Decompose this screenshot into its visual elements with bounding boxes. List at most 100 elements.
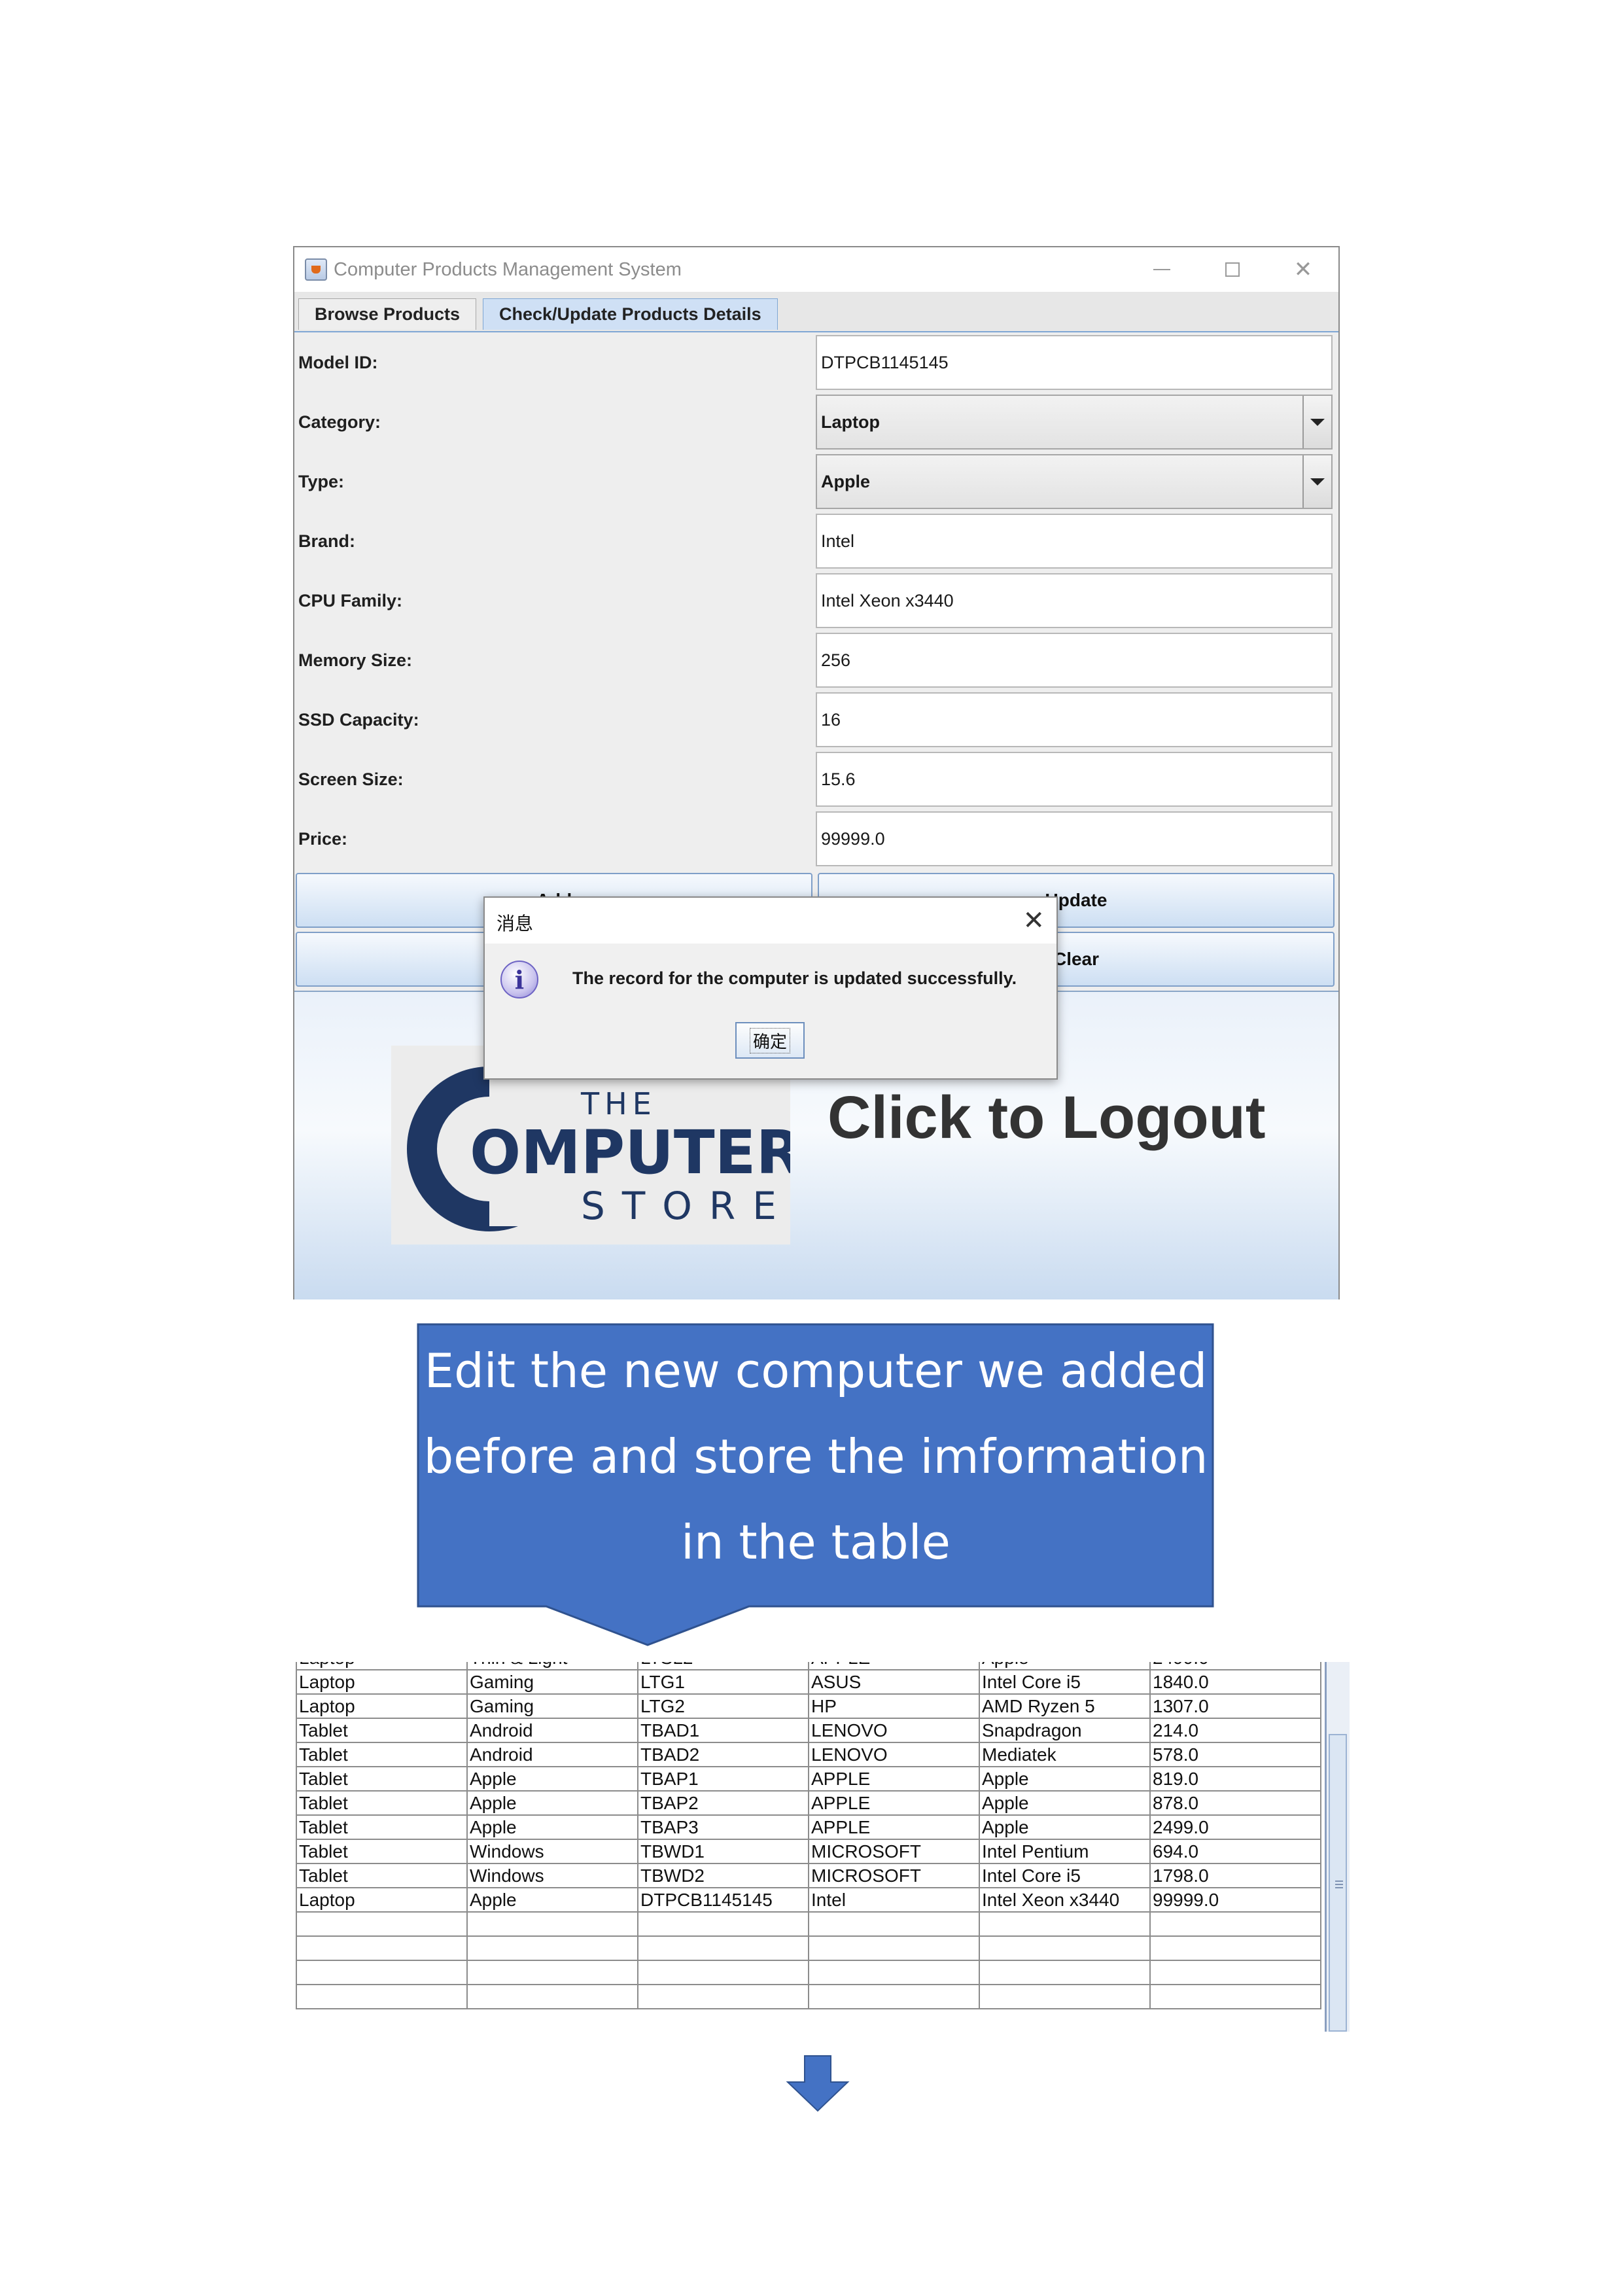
table-cell[interactable]: APPLE xyxy=(808,1766,980,1792)
table-row[interactable]: Tablet Apple TBAP1 APPLE Apple 819.0 xyxy=(296,1766,1321,1792)
table-cell[interactable]: Snapdragon xyxy=(979,1718,1151,1743)
table-cell[interactable]: Tablet xyxy=(296,1718,468,1743)
table-cell[interactable]: Intel Xeon x3440 xyxy=(979,1887,1151,1913)
table-cell[interactable] xyxy=(466,1911,638,1937)
table-cell[interactable]: TBAP2 xyxy=(637,1790,809,1816)
table-cell[interactable]: Apple xyxy=(979,1790,1151,1816)
table-cell[interactable]: Apple xyxy=(979,1766,1151,1792)
table-cell[interactable]: 578.0 xyxy=(1149,1742,1321,1767)
table-cell[interactable]: TBAP3 xyxy=(637,1814,809,1840)
table-cell[interactable]: LTSL2 xyxy=(637,1662,809,1670)
table-cell[interactable]: Laptop xyxy=(296,1887,468,1913)
table-cell[interactable] xyxy=(979,1911,1151,1937)
table-cell[interactable]: TBWD1 xyxy=(637,1839,809,1864)
table-cell[interactable] xyxy=(1149,1960,1321,1985)
table-cell[interactable]: Windows xyxy=(466,1839,638,1864)
table-cell[interactable]: TBWD2 xyxy=(637,1863,809,1888)
table-row[interactable]: Laptop Gaming LTG2 HP AMD Ryzen 5 1307.0 xyxy=(296,1693,1321,1719)
table-cell[interactable]: Intel xyxy=(808,1887,980,1913)
table-cell[interactable]: TBAP1 xyxy=(637,1766,809,1792)
table-cell[interactable]: LENOVO xyxy=(808,1742,980,1767)
table-row[interactable]: Tablet Windows TBWD1 MICROSOFT Intel Pentium… xyxy=(296,1839,1321,1864)
table-cell[interactable] xyxy=(979,1984,1151,2009)
table-cell[interactable] xyxy=(1149,1984,1321,2009)
table-row[interactable] xyxy=(296,1935,1321,1961)
table-cell[interactable]: 2499.0 xyxy=(1149,1814,1321,1840)
table-cell[interactable]: 694.0 xyxy=(1149,1839,1321,1864)
table-cell[interactable]: Android xyxy=(466,1742,638,1767)
table-cell[interactable]: Intel Pentium xyxy=(979,1839,1151,1864)
table-cell[interactable] xyxy=(808,1935,980,1961)
table-cell[interactable]: 1798.0 xyxy=(1149,1863,1321,1888)
table-cell[interactable]: TBAD2 xyxy=(637,1742,809,1767)
table-cell[interactable]: Apple xyxy=(466,1790,638,1816)
table-cell[interactable] xyxy=(466,1984,638,2009)
table-cell[interactable]: DTPCB1145145 xyxy=(637,1887,809,1913)
table-cell[interactable]: LTG2 xyxy=(637,1693,809,1719)
table-cell[interactable] xyxy=(637,1935,809,1961)
table-cell[interactable]: Apple xyxy=(466,1887,638,1913)
table-row[interactable]: LaptopThin & LightLTSL2APPLEApple2499.0 xyxy=(296,1662,1321,1670)
table-cell[interactable] xyxy=(296,1984,468,2009)
table-cell[interactable]: Laptop xyxy=(296,1662,468,1670)
table-row[interactable]: Laptop Gaming LTG1 ASUS Intel Core i5 1840.0 xyxy=(296,1669,1321,1695)
table-cell[interactable] xyxy=(979,1960,1151,1985)
table-cell[interactable]: TBAD1 xyxy=(637,1718,809,1743)
table-cell[interactable]: Gaming xyxy=(466,1669,638,1695)
vertical-scrollbar[interactable] xyxy=(1325,1662,1350,2032)
table-row[interactable]: Tablet Windows TBWD2 MICROSOFT Intel Core i5… xyxy=(296,1863,1321,1888)
table-cell[interactable]: Tablet xyxy=(296,1839,468,1864)
table-cell[interactable] xyxy=(637,1984,809,2009)
table-cell[interactable]: ASUS xyxy=(808,1669,980,1695)
table-cell[interactable]: Tablet xyxy=(296,1863,468,1888)
table-cell[interactable]: 2499.0 xyxy=(1149,1662,1321,1670)
table-cell[interactable]: Tablet xyxy=(296,1742,468,1767)
table-cell[interactable]: APPLE xyxy=(808,1662,980,1670)
table-cell[interactable]: Intel Core i5 xyxy=(979,1669,1151,1695)
table-cell[interactable]: Laptop xyxy=(296,1669,468,1695)
table-row[interactable] xyxy=(296,1984,1321,2009)
table-cell[interactable]: Apple xyxy=(466,1814,638,1840)
table-cell[interactable]: Android xyxy=(466,1718,638,1743)
table-cell[interactable]: 99999.0 xyxy=(1149,1887,1321,1913)
table-row[interactable]: Laptop Apple DTPCB1145145 Intel Intel Xeon x… xyxy=(296,1887,1321,1913)
table-cell[interactable]: Apple xyxy=(466,1766,638,1792)
table-cell[interactable]: LTG1 xyxy=(637,1669,809,1695)
table-cell[interactable]: Gaming xyxy=(466,1693,638,1719)
table-cell[interactable]: Apple xyxy=(979,1662,1151,1670)
table-cell[interactable] xyxy=(808,1911,980,1937)
table-cell[interactable]: Apple xyxy=(979,1814,1151,1840)
table-cell[interactable]: 214.0 xyxy=(1149,1718,1321,1743)
table-cell[interactable]: LENOVO xyxy=(808,1718,980,1743)
table-cell[interactable]: Tablet xyxy=(296,1790,468,1816)
table-cell[interactable]: 819.0 xyxy=(1149,1766,1321,1792)
table-cell[interactable]: 1307.0 xyxy=(1149,1693,1321,1719)
table-cell[interactable] xyxy=(808,1960,980,1985)
table-cell[interactable] xyxy=(1149,1935,1321,1961)
table-cell[interactable]: MICROSOFT xyxy=(808,1839,980,1864)
table-cell[interactable] xyxy=(296,1960,468,1985)
table-cell[interactable]: APPLE xyxy=(808,1814,980,1840)
table-cell[interactable]: 1840.0 xyxy=(1149,1669,1321,1695)
table-cell[interactable]: Tablet xyxy=(296,1766,468,1792)
table-cell[interactable] xyxy=(1149,1911,1321,1937)
table-row[interactable]: Tablet Android TBAD1 LENOVO Snapdragon 214.0 xyxy=(296,1718,1321,1743)
table-cell[interactable]: MICROSOFT xyxy=(808,1863,980,1888)
table-cell[interactable]: Thin & Light xyxy=(466,1662,638,1670)
table-cell[interactable]: Windows xyxy=(466,1863,638,1888)
table-cell[interactable] xyxy=(466,1935,638,1961)
table-cell[interactable] xyxy=(979,1935,1151,1961)
table-row[interactable]: Tablet Apple TBAP3 APPLE Apple 2499.0 xyxy=(296,1814,1321,1840)
table-cell[interactable]: 878.0 xyxy=(1149,1790,1321,1816)
table-row[interactable]: Tablet Apple TBAP2 APPLE Apple 878.0 xyxy=(296,1790,1321,1816)
table-cell[interactable]: Tablet xyxy=(296,1814,468,1840)
table-cell[interactable] xyxy=(637,1960,809,1985)
table-row[interactable] xyxy=(296,1960,1321,1985)
table-cell[interactable] xyxy=(296,1935,468,1961)
table-cell[interactable]: Mediatek xyxy=(979,1742,1151,1767)
table-cell[interactable] xyxy=(637,1911,809,1937)
table-cell[interactable] xyxy=(296,1911,468,1937)
table-row[interactable] xyxy=(296,1911,1321,1937)
scrollbar-thumb[interactable] xyxy=(1329,1734,1347,2032)
table-cell[interactable] xyxy=(808,1984,980,2009)
